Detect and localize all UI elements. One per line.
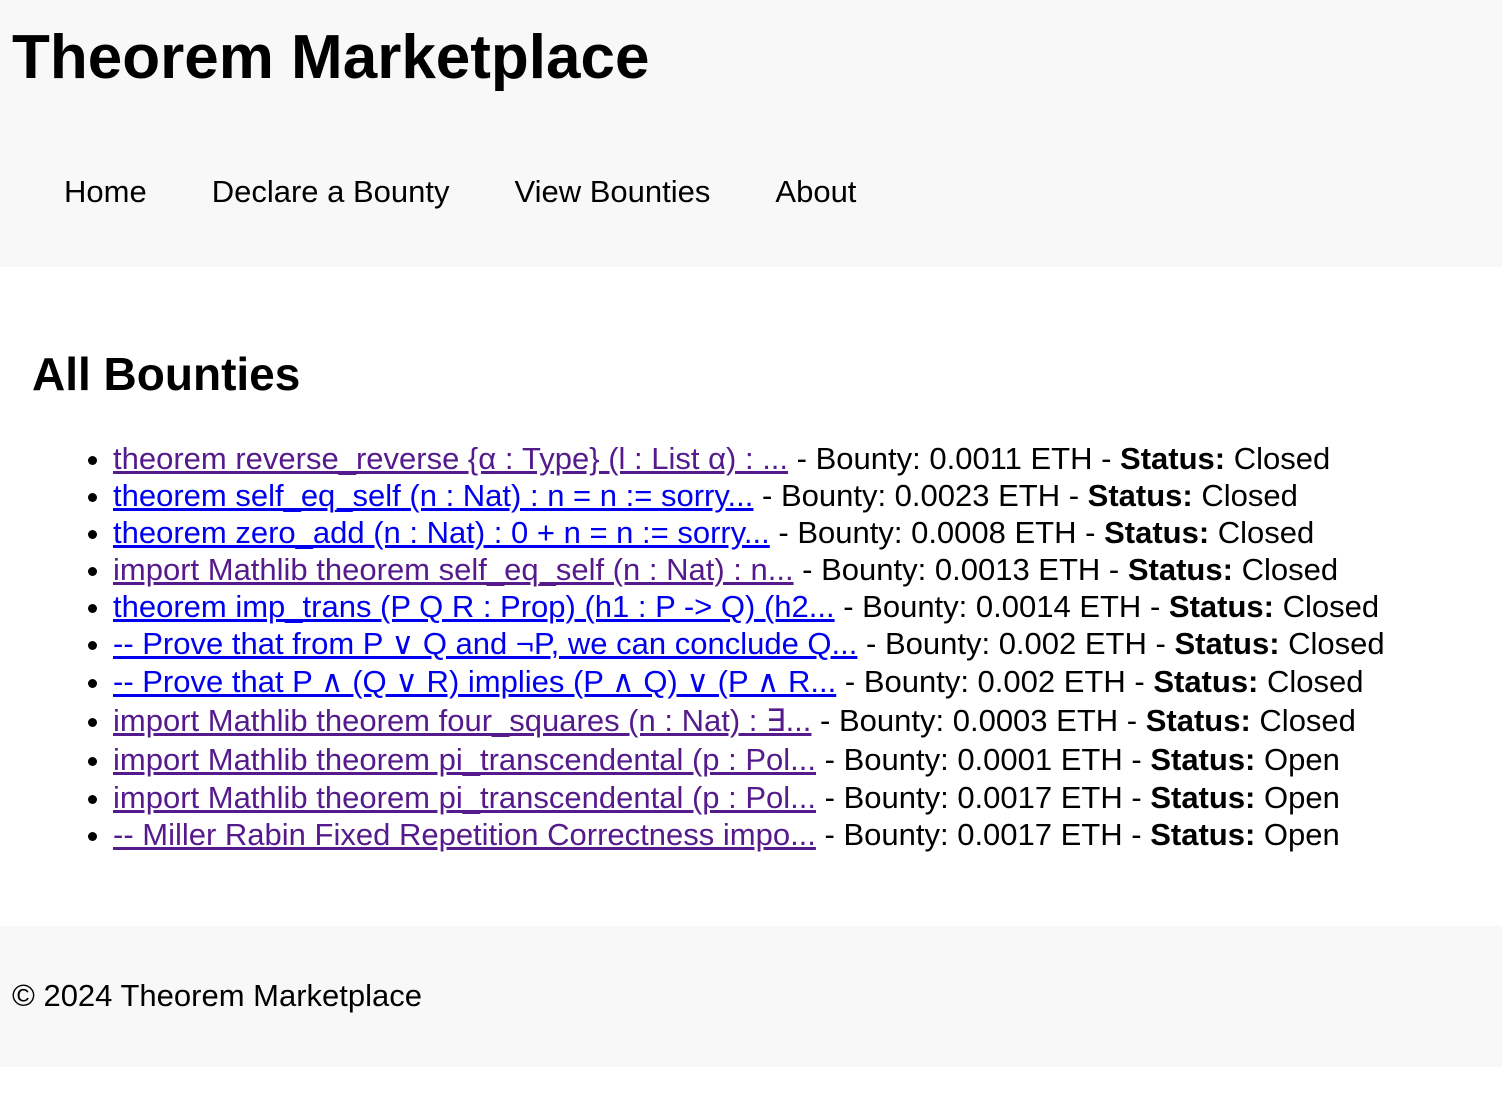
site-title: Theorem Marketplace [12,23,650,92]
bounty-amount: Bounty: 0.0011 ETH [815,441,1093,476]
status-label: Status: [1087,478,1193,513]
bounty-amount: Bounty: 0.0017 ETH [843,817,1123,852]
status-value: Open [1264,780,1340,815]
footer-copyright: © 2024 Theorem Marketplace [12,978,422,1013]
site-footer: © 2024 Theorem Marketplace [0,926,1502,1067]
site-header: Theorem Marketplace Home Declare a Bount… [0,0,1502,267]
bounty-link[interactable]: import Mathlib theorem four_squares (n :… [113,703,811,738]
status-label: Status: [1168,589,1274,624]
bounty-amount: Bounty: 0.0017 ETH [843,780,1123,815]
bounty-list-item: theorem zero_add (n : Nat) : 0 + n = n :… [113,514,1385,551]
main-content: All Bounties theorem reverse_reverse {α … [0,267,1502,926]
bounty-list-item: import Mathlib theorem four_squares (n :… [113,701,1385,740]
status-value: Open [1263,817,1340,852]
status-label: Status: [1174,626,1280,661]
status-label: Status: [1150,742,1256,777]
bounty-link[interactable]: import Mathlib theorem pi_transcendental… [113,742,816,777]
bounty-amount: Bounty: 0.002 ETH [863,664,1126,699]
status-label: Status: [1127,552,1233,587]
nav-declare-bounty[interactable]: Declare a Bounty [212,172,450,212]
status-label: Status: [1153,664,1259,699]
bounty-link[interactable]: import Mathlib theorem pi_transcendental… [113,780,816,815]
status-value: Closed [1241,552,1339,587]
status-value: Closed [1201,478,1298,513]
status-value: Closed [1259,703,1356,738]
bounty-amount: Bounty: 0.0014 ETH [862,589,1142,624]
bounty-list-item: import Mathlib theorem self_eq_self (n :… [113,551,1385,588]
bounty-list-item: -- Miller Rabin Fixed Repetition Correct… [113,816,1385,853]
bounty-list-item: theorem imp_trans (P Q R : Prop) (h1 : P… [113,588,1385,625]
status-label: Status: [1150,817,1256,852]
bounty-amount: Bounty: 0.0013 ETH [821,552,1101,587]
bounty-amount: Bounty: 0.0023 ETH [780,478,1061,513]
status-value: Closed [1267,664,1364,699]
status-value: Closed [1282,589,1380,624]
bounty-amount: Bounty: 0.0003 ETH [838,703,1119,738]
nav-home[interactable]: Home [64,172,147,212]
status-label: Status: [1150,780,1256,815]
bounty-link[interactable]: -- Prove that P ∧ (Q ∨ R) implies (P ∧ Q… [113,664,836,699]
bounty-list: theorem reverse_reverse {α : Type} (l : … [0,440,1385,853]
status-value: Closed [1233,441,1331,476]
bounty-link[interactable]: theorem zero_add (n : Nat) : 0 + n = n :… [113,515,770,550]
bounty-list-item: import Mathlib theorem pi_transcendental… [113,779,1385,816]
bounty-link[interactable]: import Mathlib theorem self_eq_self (n :… [113,552,794,587]
nav-about[interactable]: About [775,172,856,212]
bounty-list-item: -- Prove that from P ∨ Q and ¬P, we can … [113,625,1385,662]
main-nav: Home Declare a Bounty View Bounties Abou… [64,172,921,212]
nav-view-bounties[interactable]: View Bounties [515,172,711,212]
bounty-amount: Bounty: 0.0008 ETH [797,515,1077,550]
status-value: Open [1264,742,1340,777]
bounty-list-item: -- Prove that P ∧ (Q ∨ R) implies (P ∧ Q… [113,662,1385,701]
status-label: Status: [1145,703,1251,738]
bounty-link[interactable]: -- Prove that from P ∨ Q and ¬P, we can … [113,626,857,661]
status-value: Closed [1217,515,1315,550]
bounty-list-item: theorem self_eq_self (n : Nat) : n = n :… [113,477,1385,514]
bounty-link[interactable]: theorem reverse_reverse {α : Type} (l : … [113,441,788,476]
bounty-link[interactable]: theorem self_eq_self (n : Nat) : n = n :… [113,478,753,513]
status-label: Status: [1104,515,1210,550]
bounty-list-item: theorem reverse_reverse {α : Type} (l : … [113,440,1385,477]
bounty-link[interactable]: theorem imp_trans (P Q R : Prop) (h1 : P… [113,589,835,624]
status-value: Closed [1288,626,1385,661]
bounty-list-item: import Mathlib theorem pi_transcendental… [113,740,1385,779]
bounty-amount: Bounty: 0.002 ETH [884,626,1147,661]
bounty-amount: Bounty: 0.0001 ETH [843,742,1123,777]
bounty-link[interactable]: -- Miller Rabin Fixed Repetition Correct… [113,817,816,852]
status-label: Status: [1120,441,1226,476]
all-bounties-heading: All Bounties [32,348,301,400]
